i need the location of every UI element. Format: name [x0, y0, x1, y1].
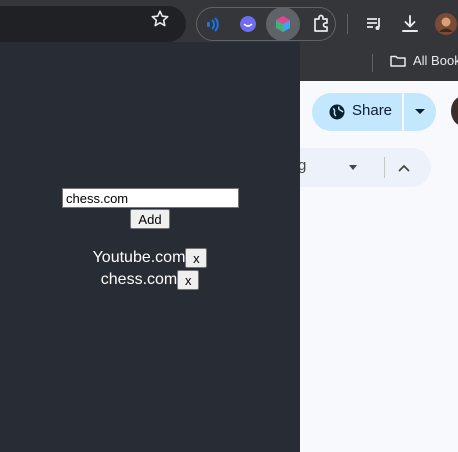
site-name: Youtube.com	[92, 249, 186, 266]
page-toolbar: g	[298, 148, 431, 187]
add-button[interactable]: Add	[130, 209, 170, 229]
share-button[interactable]: Share	[312, 93, 402, 131]
screen: All Book Share g Add Youtube.com x	[0, 0, 458, 452]
cube-extension-icon[interactable]	[271, 12, 295, 36]
smiley-extension-icon[interactable]	[236, 12, 260, 36]
profile-avatar[interactable]	[434, 12, 458, 36]
dropdown-arrow-icon	[415, 109, 425, 114]
reading-list-icon[interactable]	[362, 12, 386, 36]
bookmarks-divider	[372, 54, 373, 72]
account-avatar[interactable]	[451, 96, 458, 126]
list-item: Youtube.com x	[0, 247, 300, 269]
remove-site-button[interactable]: x	[177, 270, 200, 290]
download-icon[interactable]	[398, 12, 422, 36]
caret-down-icon[interactable]	[349, 165, 357, 170]
share-label: Share	[352, 102, 393, 119]
folder-icon	[389, 52, 407, 70]
site-name: chess.com	[100, 271, 178, 288]
broadcast-extension-icon[interactable]	[200, 12, 224, 36]
browser-toolbar	[0, 0, 458, 48]
extension-popup: Add Youtube.com x chess.com x	[0, 42, 300, 452]
extensions-puzzle-icon[interactable]	[309, 12, 333, 36]
share-options-button[interactable]	[404, 93, 436, 131]
bookmark-star-icon[interactable]	[150, 9, 170, 29]
site-input[interactable]	[62, 188, 239, 208]
toolbar-divider	[347, 14, 348, 34]
remove-site-button[interactable]: x	[185, 248, 208, 268]
globe-icon	[328, 103, 346, 121]
all-bookmarks-link[interactable]: All Book	[413, 53, 458, 68]
toolbar-divider	[384, 157, 385, 178]
web-page: Share g	[298, 81, 458, 452]
chevron-up-icon[interactable]	[396, 160, 412, 176]
list-item: chess.com x	[0, 269, 300, 291]
